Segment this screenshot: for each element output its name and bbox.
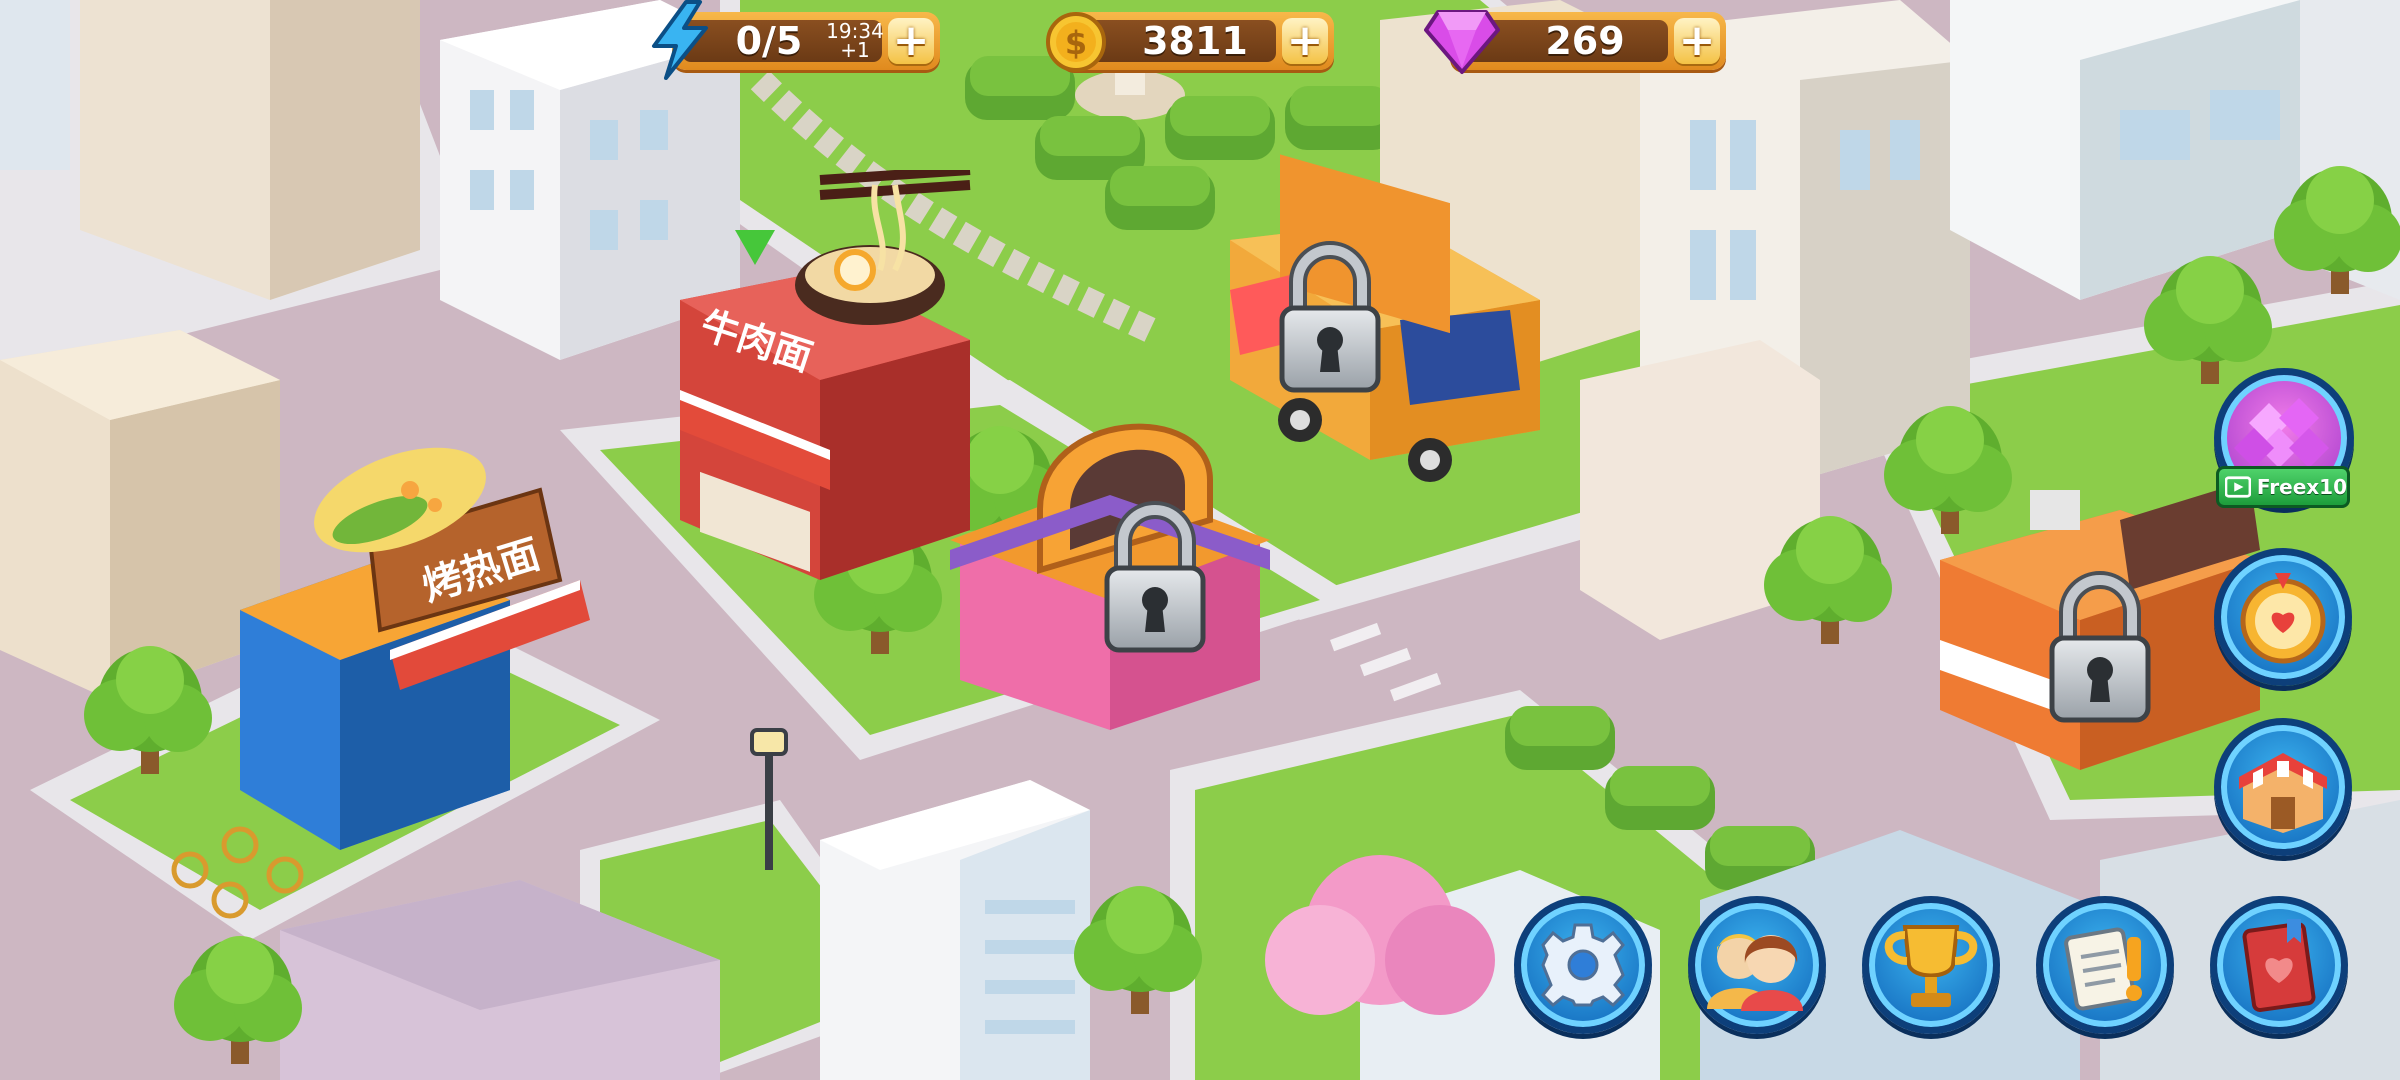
shop-button[interactable] (2214, 718, 2352, 856)
tasks-button[interactable] (2036, 896, 2174, 1034)
game-screen: 烤热面 牛肉面 0/5 19:34 +1 + 3811 + $ 269 + Fr… (0, 0, 2400, 1080)
energy-timer: 19:34 +1 (820, 21, 890, 62)
restaurant-1[interactable]: 烤热面 (220, 430, 600, 850)
friends-icon (1707, 934, 1803, 1011)
trophy-icon (1884, 925, 1978, 1007)
energy-timer-regen: +1 (840, 38, 870, 62)
add-coins-button[interactable]: + (1282, 18, 1328, 64)
gem-value: 269 (1545, 19, 1625, 63)
friends-button[interactable] (1688, 896, 1826, 1034)
prize-wheel-button[interactable] (2214, 548, 2352, 686)
coin-icon: $ (1046, 12, 1106, 72)
lightning-icon (652, 0, 708, 80)
shop-icon (2239, 753, 2327, 833)
coin-value: 3811 (1142, 19, 1248, 63)
prize-wheel-icon (2240, 573, 2326, 664)
notepad-icon (2064, 927, 2142, 1011)
svg-text:$: $ (1065, 24, 1087, 62)
add-gems-button[interactable]: + (1674, 18, 1720, 64)
restaurant-3[interactable] (940, 400, 1280, 740)
restaurant-4[interactable] (1230, 140, 1550, 490)
add-energy-button[interactable]: + (888, 18, 934, 64)
energy-counter: 0/5 19:34 +1 + (672, 12, 940, 70)
gear-icon (1540, 923, 1626, 1008)
gem-icon (1424, 10, 1500, 74)
settings-button[interactable] (1514, 896, 1652, 1034)
freex10-badge[interactable]: Freex10 (2216, 466, 2350, 508)
trophy-button[interactable] (1862, 896, 2000, 1034)
energy-value: 0/5 (735, 19, 803, 63)
freex10-label: Freex10 (2256, 475, 2347, 499)
recipes-button[interactable] (2210, 896, 2348, 1034)
recipe-book-icon (2242, 919, 2316, 1013)
video-ad-icon (2225, 476, 2251, 498)
